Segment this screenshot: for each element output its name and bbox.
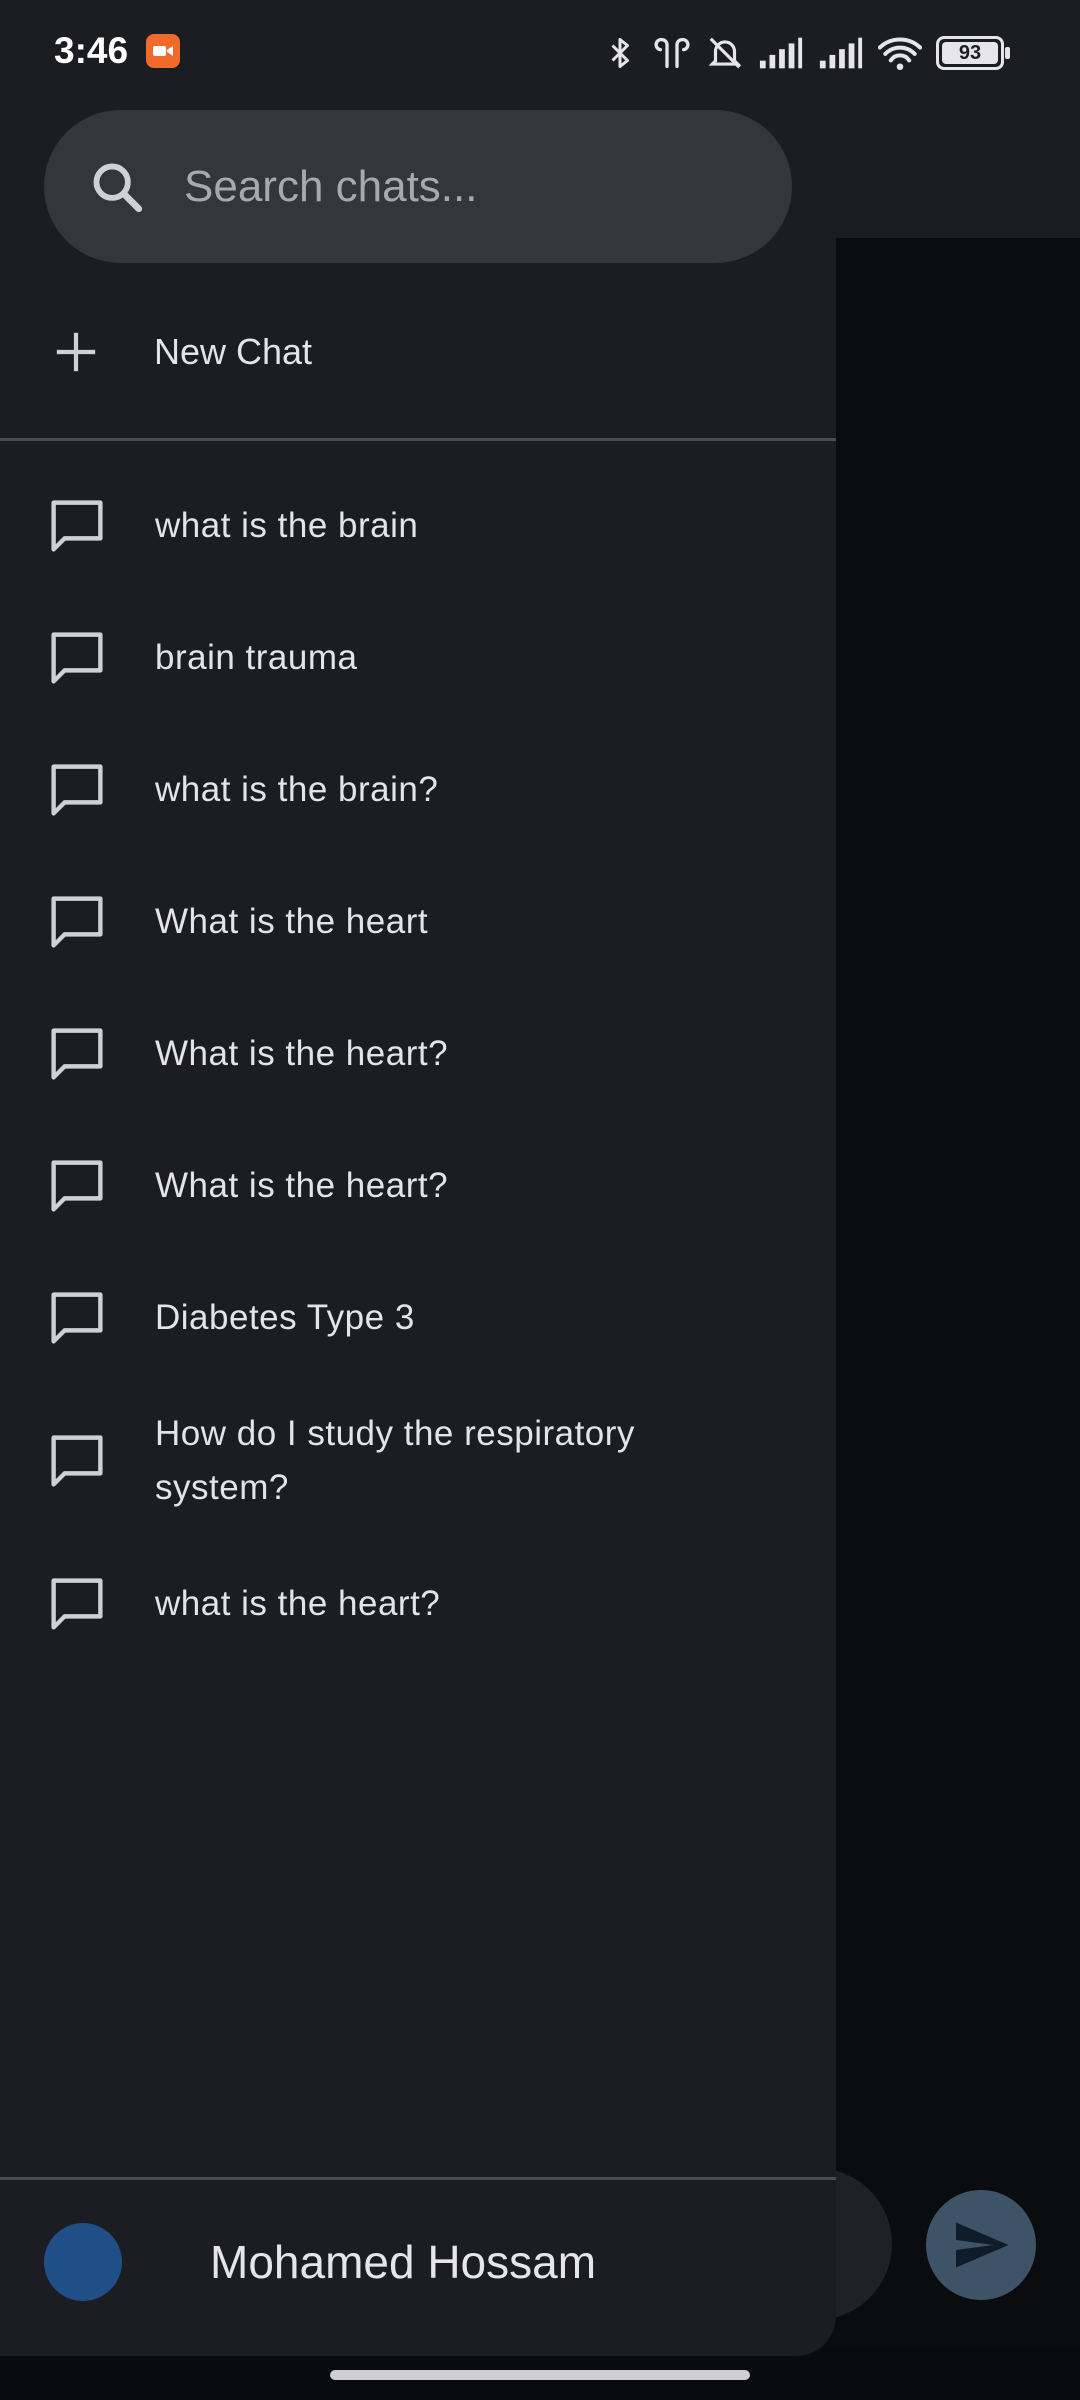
chat-title: What is the heart? bbox=[155, 1166, 449, 1205]
battery-icon: 93 bbox=[936, 36, 1010, 70]
avatar bbox=[44, 2223, 122, 2301]
chat-item[interactable]: what is the heart? bbox=[0, 1538, 836, 1670]
chat-item[interactable]: what is the brain? bbox=[0, 724, 836, 856]
user-profile[interactable]: Mohamed Hossam bbox=[0, 2182, 836, 2342]
chat-bubble-icon bbox=[51, 764, 103, 816]
chat-bubble-icon bbox=[51, 1028, 103, 1080]
chat-item[interactable]: what is the brain bbox=[0, 460, 836, 592]
chat-bubble-icon bbox=[51, 1435, 103, 1487]
earbuds-icon bbox=[654, 37, 690, 69]
divider bbox=[0, 2177, 836, 2180]
signal-1-icon bbox=[759, 37, 803, 69]
search-icon bbox=[82, 152, 152, 222]
plus-icon bbox=[44, 320, 108, 384]
search-placeholder: Search chats... bbox=[184, 161, 478, 211]
navigation-drawer: Search chats... New Chat what is the bra… bbox=[0, 0, 836, 2356]
status-bar: 3:46 93 bbox=[0, 0, 1080, 104]
chat-item[interactable]: How do I study the respiratory system? bbox=[0, 1384, 836, 1538]
chat-bubble-icon bbox=[51, 1160, 103, 1212]
chat-item[interactable]: What is the heart? bbox=[0, 1120, 836, 1252]
status-time: 3:46 bbox=[54, 30, 129, 71]
send-button[interactable] bbox=[926, 2190, 1036, 2300]
chat-history-list: what is the brain brain trauma what is t… bbox=[0, 460, 836, 1670]
bluetooth-icon bbox=[611, 38, 629, 68]
chat-title: Diabetes Type 3 bbox=[155, 1298, 415, 1337]
chat-item[interactable]: brain trauma bbox=[0, 592, 836, 724]
new-chat-label: New Chat bbox=[154, 331, 313, 372]
chat-item[interactable]: What is the heart bbox=[0, 856, 836, 988]
chat-title: What is the heart bbox=[155, 902, 429, 941]
divider bbox=[0, 438, 836, 441]
chat-title: What is the heart? bbox=[155, 1034, 449, 1073]
search-chats-field[interactable]: Search chats... bbox=[44, 110, 792, 263]
chat-item[interactable]: What is the heart? bbox=[0, 988, 836, 1120]
battery-level: 93 bbox=[958, 41, 982, 64]
chat-bubble-icon bbox=[51, 500, 103, 552]
new-chat-button[interactable]: New Chat bbox=[0, 300, 836, 404]
chat-bubble-icon bbox=[51, 1292, 103, 1344]
send-icon bbox=[956, 2222, 1009, 2268]
chat-bubble-icon bbox=[51, 896, 103, 948]
chat-bubble-icon bbox=[51, 1578, 103, 1630]
chat-title: How do I study the respiratory system? bbox=[155, 1414, 635, 1507]
chat-title: what is the brain? bbox=[155, 770, 439, 809]
chat-title: what is the brain bbox=[155, 506, 419, 545]
status-icons: 93 bbox=[602, 28, 1010, 78]
wifi-icon bbox=[878, 37, 922, 71]
chat-title: what is the heart? bbox=[155, 1584, 441, 1623]
chat-item[interactable]: Diabetes Type 3 bbox=[0, 1252, 836, 1384]
gesture-nav-handle[interactable] bbox=[330, 2370, 750, 2380]
screen-record-icon bbox=[146, 34, 180, 68]
user-name: Mohamed Hossam bbox=[210, 2236, 597, 2288]
chat-bubble-icon bbox=[51, 632, 103, 684]
mute-bell-icon bbox=[708, 37, 742, 69]
chat-title: brain trauma bbox=[155, 638, 358, 677]
signal-2-icon bbox=[819, 37, 863, 69]
